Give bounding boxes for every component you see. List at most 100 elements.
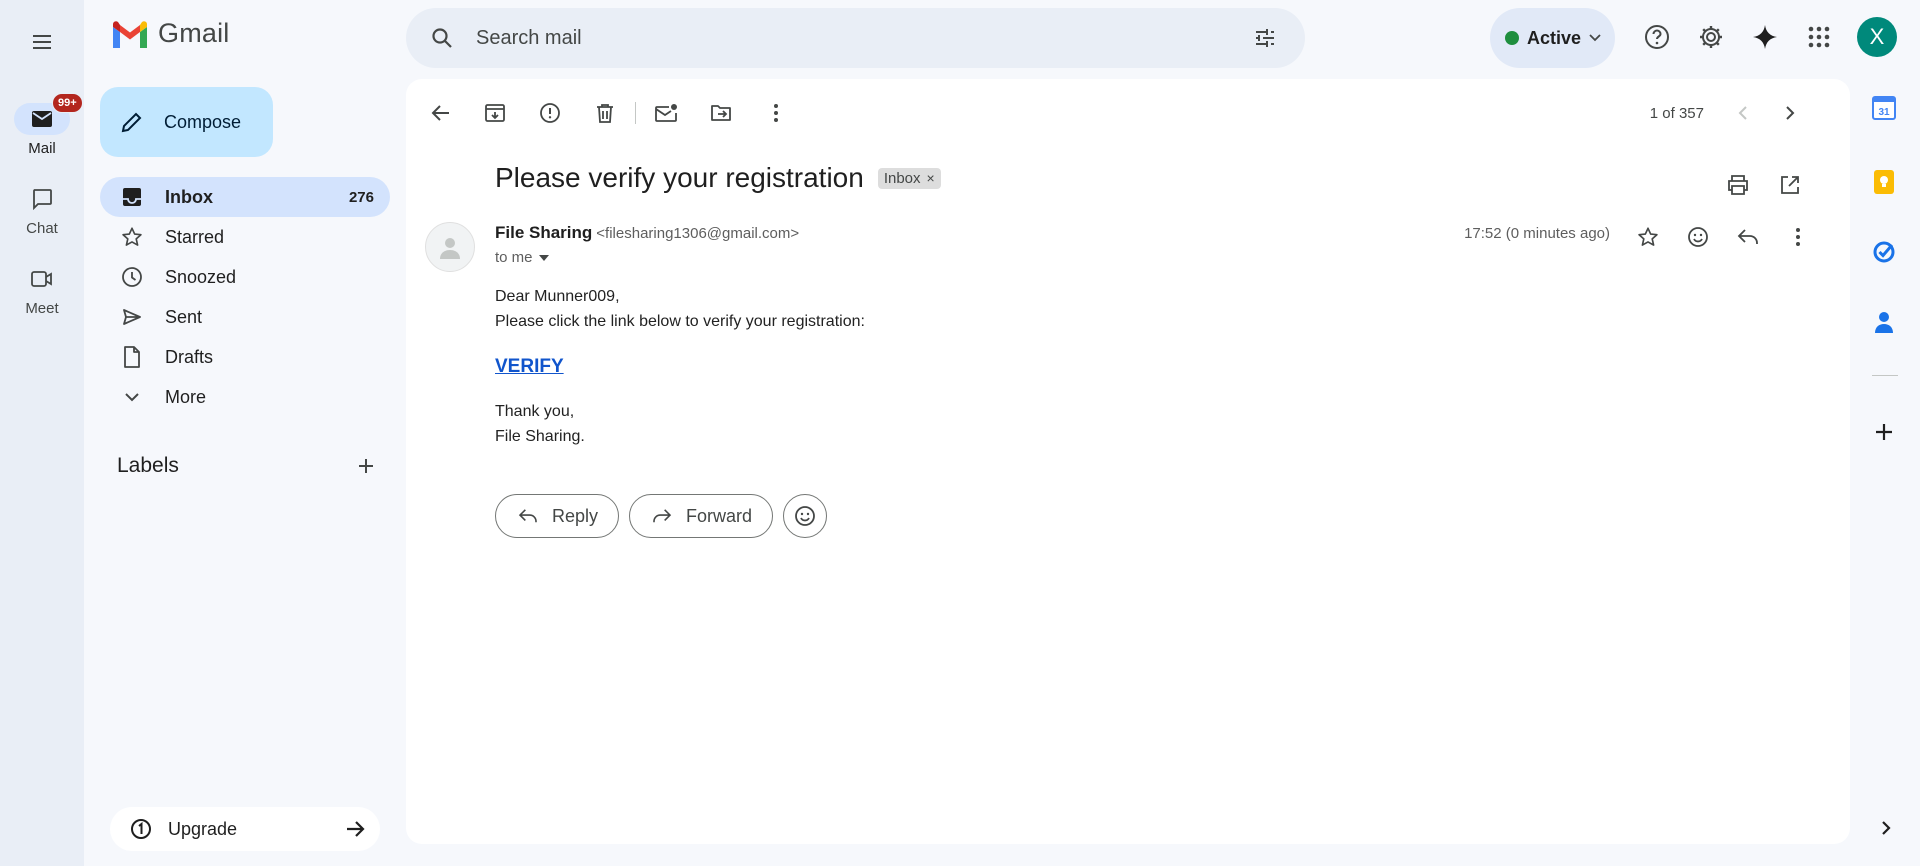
sender-name[interactable]: File Sharing	[495, 223, 592, 243]
body-closing: Thank you,	[495, 403, 575, 420]
compose-button[interactable]: Compose	[100, 87, 273, 157]
chat-icon	[33, 189, 52, 210]
upgrade-button[interactable]: Upgrade	[110, 807, 380, 851]
remove-label-button[interactable]: ×	[927, 170, 935, 186]
print-button[interactable]	[1714, 161, 1762, 209]
calendar-icon: 31	[1872, 96, 1896, 120]
search-options-button[interactable]	[1241, 14, 1289, 62]
support-button[interactable]	[1633, 13, 1681, 61]
contacts-button[interactable]	[1864, 302, 1904, 342]
settings-button[interactable]	[1687, 13, 1735, 61]
rail-item-chat[interactable]: Chat	[0, 183, 84, 237]
body-signature: File Sharing.	[495, 428, 585, 445]
status-label: Active	[1527, 27, 1582, 48]
message-more-button[interactable]	[1774, 213, 1822, 261]
nav-item-more[interactable]: More	[100, 377, 390, 417]
sparkle-icon	[1753, 25, 1777, 49]
chevron-down-icon	[125, 392, 139, 401]
status-selector[interactable]: Active	[1490, 8, 1615, 68]
apps-grid-icon	[1808, 26, 1830, 48]
reply-button[interactable]: Reply	[495, 494, 620, 538]
forward-button[interactable]: Forward	[629, 494, 774, 538]
clock-icon	[122, 267, 142, 287]
move-to-button[interactable]	[697, 89, 745, 137]
folder-nav: Inbox 276 Starred Snoozed Sent Drafts Mo…	[100, 177, 390, 417]
nav-item-drafts[interactable]: Drafts	[100, 337, 390, 377]
tasks-button[interactable]	[1864, 232, 1904, 272]
archive-button[interactable]	[471, 89, 519, 137]
gemini-button[interactable]	[1741, 13, 1789, 61]
reply-button-header[interactable]	[1724, 213, 1772, 261]
reply-actions: Reply Forward	[495, 494, 828, 538]
caret-down-icon	[538, 254, 549, 261]
label-chip: Inbox ×	[877, 167, 941, 189]
add-icon	[1876, 424, 1892, 440]
pager-text: 1 of 357	[1649, 104, 1704, 122]
hamburger-icon	[33, 35, 51, 49]
recipient-details-toggle[interactable]: to me	[495, 249, 549, 266]
report-spam-button[interactable]	[526, 89, 574, 137]
sender-avatar	[425, 222, 475, 272]
toolbar-divider	[635, 102, 636, 124]
mark-unread-button[interactable]	[642, 89, 690, 137]
label-chip-text: Inbox	[883, 169, 921, 187]
main-menu-button[interactable]	[18, 18, 66, 66]
more-options-button[interactable]	[752, 89, 800, 137]
star-icon	[122, 227, 142, 246]
nav-label-drafts: Drafts	[165, 346, 214, 367]
message-actions	[1624, 213, 1822, 261]
tasks-icon	[1873, 241, 1895, 263]
nav-item-sent[interactable]: Sent	[100, 297, 390, 337]
show-side-panel-button[interactable]	[1868, 810, 1904, 846]
newer-button[interactable]	[1718, 89, 1766, 137]
video-camera-icon	[31, 271, 52, 287]
add-reaction-button[interactable]	[1674, 213, 1722, 261]
more-vert-icon	[1796, 228, 1800, 246]
message-timestamp: 17:52 (0 minutes ago)	[1464, 225, 1610, 242]
chevron-right-icon	[1785, 106, 1794, 120]
star-button[interactable]	[1624, 213, 1672, 261]
create-label-button[interactable]	[348, 448, 384, 484]
gear-icon	[1700, 26, 1722, 48]
pagination: 1 of 357	[1650, 89, 1814, 137]
rail-label-mail: Mail	[28, 140, 56, 157]
move-to-folder-icon	[711, 105, 731, 121]
app-rail: 99+ Mail Chat Meet	[0, 0, 84, 866]
calendar-button[interactable]: 31	[1864, 88, 1904, 128]
open-new-window-button[interactable]	[1766, 161, 1814, 209]
rail-item-meet[interactable]: Meet	[0, 263, 84, 317]
draft-icon	[124, 346, 140, 368]
react-button[interactable]	[783, 494, 828, 538]
print-icon	[1728, 175, 1748, 195]
rail-label-meet: Meet	[25, 300, 59, 317]
search-button[interactable]	[422, 18, 462, 58]
sender-email: <filesharing1306@gmail.com>	[596, 225, 800, 242]
rail-item-mail[interactable]: 99+ Mail	[0, 93, 84, 157]
sender-info: File Sharing <filesharing1306@gmail.com>	[495, 223, 799, 243]
gmail-logo[interactable]: Gmail	[110, 18, 230, 49]
body-line: Please click the link below to verify yo…	[495, 313, 865, 330]
nav-item-starred[interactable]: Starred	[100, 217, 390, 257]
account-avatar[interactable]: X	[1857, 17, 1897, 57]
nav-item-snoozed[interactable]: Snoozed	[100, 257, 390, 297]
labels-header: Labels	[100, 446, 390, 486]
apps-button[interactable]	[1795, 13, 1843, 61]
get-addons-button[interactable]	[1864, 412, 1904, 452]
nav-label-snoozed: Snoozed	[165, 266, 237, 287]
tune-icon	[1256, 29, 1274, 47]
arrow-right-icon	[347, 821, 365, 837]
mail-icon	[32, 111, 52, 127]
verify-link[interactable]: VERIFY	[495, 354, 564, 379]
back-button[interactable]	[416, 89, 464, 137]
inbox-icon	[123, 188, 141, 206]
older-button[interactable]	[1766, 89, 1814, 137]
trash-icon	[597, 104, 613, 123]
logo-text: Gmail	[158, 18, 230, 48]
delete-button[interactable]	[581, 89, 629, 137]
search-input[interactable]	[476, 26, 1241, 50]
top-right-actions	[1633, 13, 1843, 61]
nav-item-inbox[interactable]: Inbox 276	[100, 177, 390, 217]
forward-label: Forward	[686, 505, 753, 526]
spam-icon	[540, 103, 560, 123]
keep-button[interactable]	[1864, 162, 1904, 202]
